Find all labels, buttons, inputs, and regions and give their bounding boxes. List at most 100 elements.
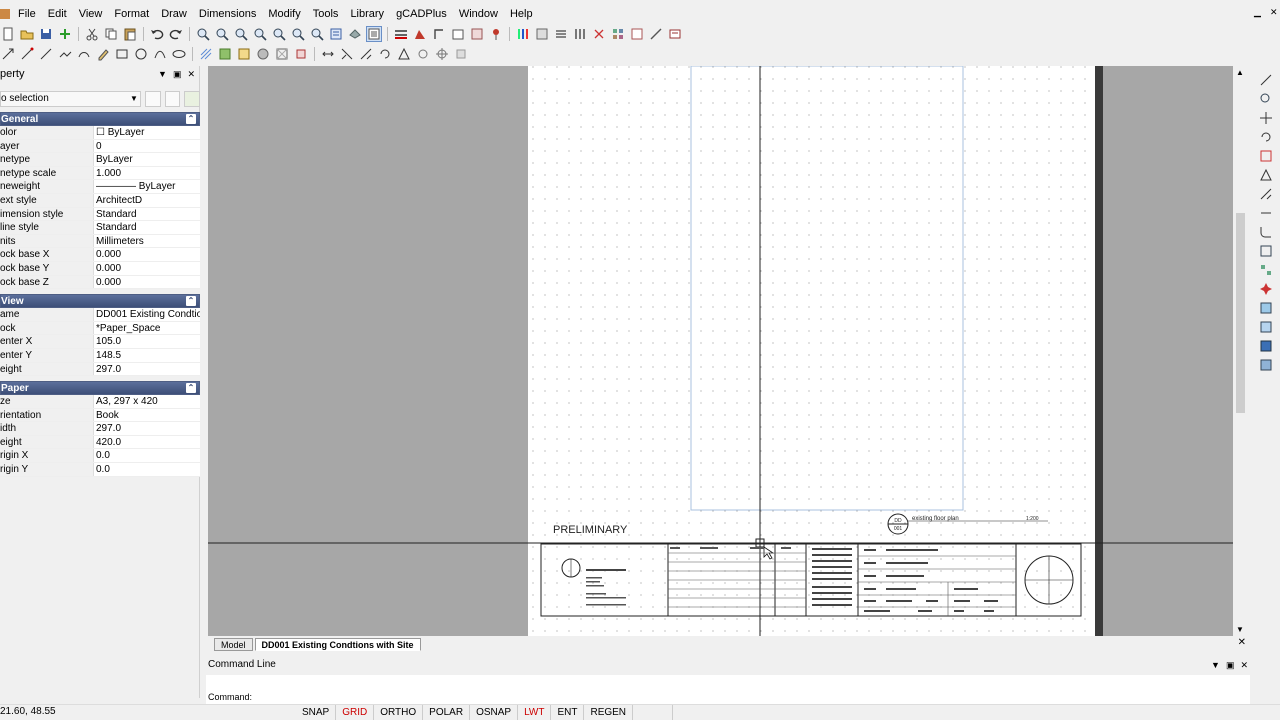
list-icon[interactable] xyxy=(553,26,569,42)
prop-row-orientation[interactable]: rientation Book xyxy=(0,408,200,423)
tab-layout[interactable]: DD001 Existing Condtions with Site xyxy=(254,637,421,651)
prop-value[interactable]: Millimeters xyxy=(94,235,200,248)
prop-row-dimension-style[interactable]: imension style Standard xyxy=(0,207,200,222)
trim-tool-icon[interactable] xyxy=(1258,186,1274,202)
scale-tool-icon[interactable] xyxy=(1258,148,1274,164)
group-general[interactable]: General ⌃ xyxy=(0,112,200,126)
close-icon[interactable]: ✕ xyxy=(1270,8,1278,17)
prop-value[interactable]: 1.000 xyxy=(94,167,200,180)
collapse-icon[interactable]: ⌃ xyxy=(186,383,196,394)
zoom-window-icon[interactable] xyxy=(252,26,268,42)
group-tool-icon[interactable] xyxy=(1258,357,1274,373)
hatch-icon[interactable] xyxy=(534,26,550,42)
lwt-toggle[interactable]: LWT xyxy=(518,705,552,720)
undo-icon[interactable] xyxy=(149,26,165,42)
osnap-toggle[interactable]: OSNAP xyxy=(470,705,519,720)
close-icon[interactable]: ✕ xyxy=(1240,657,1248,673)
prop-row-paper-height[interactable]: eight 420.0 xyxy=(0,435,200,450)
prop-row-block-base-x[interactable]: ock base X 0.000 xyxy=(0,248,200,262)
prop-row-layer[interactable]: ayer 0 xyxy=(0,139,200,154)
menu-window[interactable]: Window xyxy=(453,5,504,23)
arc-icon[interactable] xyxy=(76,46,92,62)
block-tool-icon[interactable] xyxy=(1258,338,1274,354)
frame-icon[interactable] xyxy=(274,46,290,62)
close-icon[interactable]: ✕ xyxy=(187,66,195,82)
prop-value[interactable]: Standard xyxy=(94,208,200,221)
ortho-toggle[interactable]: ORTHO xyxy=(374,705,424,720)
group-view[interactable]: View ⌃ xyxy=(0,294,200,309)
polyline-icon[interactable] xyxy=(57,46,73,62)
prop-row-lineweight[interactable]: neweight ———— ByLayer xyxy=(0,180,200,194)
move-icon[interactable] xyxy=(320,46,336,62)
zoom-out-icon[interactable] xyxy=(214,26,230,42)
zoom-all-icon[interactable] xyxy=(290,26,306,42)
prop-row-linetype-scale[interactable]: netype scale 1.000 xyxy=(0,166,200,181)
menu-library[interactable]: Library xyxy=(344,5,390,23)
insert-icon[interactable] xyxy=(236,46,252,62)
prop-value[interactable]: Book xyxy=(94,409,200,422)
crosshair-icon[interactable] xyxy=(434,46,450,62)
selection-dropdown[interactable]: o selection ▼ xyxy=(0,91,141,107)
prop-value[interactable]: Standard xyxy=(94,221,200,234)
add-icon[interactable] xyxy=(57,26,73,42)
fill-icon[interactable] xyxy=(217,46,233,62)
line-icon[interactable] xyxy=(38,46,54,62)
collapse-icon[interactable]: ⌃ xyxy=(186,296,196,307)
component-icon[interactable] xyxy=(610,26,626,42)
array-tool-icon[interactable] xyxy=(1258,262,1274,278)
prop-value[interactable]: 0.0 xyxy=(94,449,200,462)
menu-view[interactable]: View xyxy=(73,5,109,23)
menu-gcadplus[interactable]: gCADPlus xyxy=(390,5,453,23)
offset-tool-icon[interactable] xyxy=(1258,243,1274,259)
prop-value[interactable]: 0 xyxy=(94,140,200,153)
prop-value[interactable]: ArchitectD xyxy=(94,194,200,207)
quick-select-button[interactable] xyxy=(164,91,181,107)
match-properties-icon[interactable] xyxy=(431,26,447,42)
prop-row-block-base-z[interactable]: ock base Z 0.000 xyxy=(0,275,200,290)
zoom-in-icon[interactable] xyxy=(195,26,211,42)
prop-row-block-base-y[interactable]: ock base Y 0.000 xyxy=(0,261,200,276)
vertical-scrollbar[interactable]: ▲ ▼ xyxy=(1233,66,1248,636)
hatch-pattern-icon[interactable] xyxy=(198,46,214,62)
extend-tool-icon[interactable] xyxy=(1258,205,1274,221)
polar-toggle[interactable]: POLAR xyxy=(423,705,471,720)
copy-icon[interactable] xyxy=(103,26,119,42)
split-icon[interactable] xyxy=(591,26,607,42)
grip-icon[interactable] xyxy=(453,46,469,62)
menu-dimensions[interactable]: Dimensions xyxy=(193,5,262,23)
circle-icon[interactable] xyxy=(133,46,149,62)
prop-value[interactable]: A3, 297 x 420 xyxy=(94,395,200,408)
prop-row-height[interactable]: eight 297.0 xyxy=(0,362,200,377)
line-weight-icon[interactable] xyxy=(393,26,409,42)
paste-icon[interactable] xyxy=(122,26,138,42)
prop-row-size[interactable]: ze A3, 297 x 420 xyxy=(0,395,200,409)
color-icon[interactable] xyxy=(412,26,428,42)
prop-value[interactable]: *Paper_Space xyxy=(94,322,200,335)
dimension-icon[interactable] xyxy=(629,26,645,42)
menu-format[interactable]: Format xyxy=(108,5,155,23)
prop-value[interactable]: 0.000 xyxy=(94,248,200,261)
display-icon[interactable] xyxy=(347,26,363,42)
properties-icon[interactable] xyxy=(366,26,382,42)
arrow-icon[interactable] xyxy=(0,46,16,62)
select-objects-button[interactable] xyxy=(144,91,161,107)
ellipse-icon[interactable] xyxy=(171,46,187,62)
prop-value[interactable]: ByLayer xyxy=(94,153,200,166)
prop-value[interactable]: ———— ByLayer xyxy=(94,180,200,193)
group-paper[interactable]: Paper ⌃ xyxy=(0,381,200,396)
ent-toggle[interactable]: ENT xyxy=(551,705,585,720)
prop-value[interactable]: DD001 Existing Condtions xyxy=(94,308,200,321)
prop-row-width[interactable]: idth 297.0 xyxy=(0,422,200,436)
pin-icon[interactable]: ▣ xyxy=(1226,657,1235,673)
prop-row-linetype[interactable]: netype ByLayer xyxy=(0,153,200,167)
menu-edit[interactable]: Edit xyxy=(42,5,73,23)
collapse-icon[interactable]: ⌃ xyxy=(186,114,196,124)
mirror-icon[interactable] xyxy=(396,46,412,62)
open-icon[interactable] xyxy=(19,26,35,42)
wblock-icon[interactable] xyxy=(255,46,271,62)
rectangle-icon[interactable] xyxy=(114,46,130,62)
snap-toggle[interactable]: SNAP xyxy=(296,705,337,720)
prop-row-block[interactable]: ock *Paper_Space xyxy=(0,321,200,336)
close-icon[interactable]: ✕ xyxy=(1238,637,1246,648)
rotate-tool-icon[interactable] xyxy=(1258,129,1274,145)
